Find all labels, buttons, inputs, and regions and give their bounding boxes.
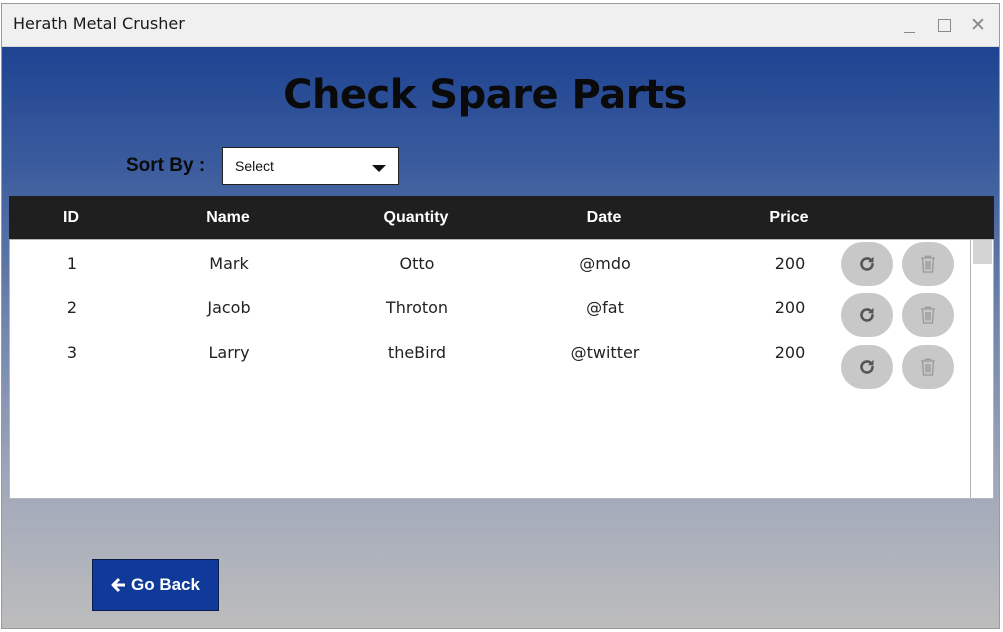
table-row: 2 Jacob Throton @fat 200 — [10, 286, 970, 337]
update-button[interactable] — [841, 242, 893, 286]
table-body: 1 Mark Otto @mdo 200 2 Jacob Throton @fa… — [9, 239, 994, 499]
cell-date: @twitter — [570, 343, 640, 362]
title-bar[interactable]: Herath Metal Crusher ✕ — [2, 4, 999, 47]
scrollbar-thumb[interactable] — [973, 240, 992, 264]
trash-icon — [921, 358, 935, 376]
sort-by-label: Sort By : — [126, 155, 206, 176]
cell-date: @mdo — [579, 254, 631, 273]
cell-quantity: Throton — [385, 298, 449, 317]
column-header-name: Name — [206, 209, 250, 226]
window-title: Herath Metal Crusher — [13, 14, 185, 33]
chevron-down-icon — [372, 165, 386, 172]
refresh-icon — [860, 359, 874, 374]
cell-quantity: theBird — [387, 343, 447, 362]
cell-quantity: Otto — [399, 254, 435, 273]
column-header-price: Price — [769, 209, 809, 226]
cell-name: Jacob — [207, 298, 251, 317]
sort-by-select[interactable]: Select — [222, 147, 399, 185]
cell-date: @fat — [586, 298, 624, 317]
minimize-button[interactable] — [896, 12, 922, 38]
arrow-left-icon — [111, 577, 125, 593]
refresh-icon — [860, 307, 874, 322]
column-header-quantity: Quantity — [383, 209, 449, 226]
go-back-button[interactable]: Go Back — [92, 559, 219, 611]
cell-id: 2 — [66, 298, 78, 317]
page-title: Check Spare Parts — [283, 72, 687, 118]
refresh-icon — [860, 256, 874, 271]
update-button[interactable] — [841, 345, 893, 389]
main-content: Check Spare Parts Sort By : Select ID Na… — [2, 47, 999, 628]
cell-id: 1 — [66, 254, 78, 273]
maximize-icon — [937, 18, 951, 32]
minimize-icon — [903, 31, 915, 33]
trash-icon — [921, 255, 935, 273]
table-scrollbar[interactable] — [970, 240, 993, 498]
table-header: ID Name Quantity Date Price — [9, 196, 994, 239]
cell-name: Larry — [208, 343, 250, 362]
delete-button[interactable] — [902, 345, 954, 389]
delete-button[interactable] — [902, 242, 954, 286]
maximize-button[interactable] — [931, 12, 957, 38]
table-row: 1 Mark Otto @mdo 200 — [10, 242, 970, 286]
cell-id: 3 — [66, 343, 78, 362]
trash-icon — [921, 306, 935, 324]
column-header-id: ID — [63, 209, 79, 226]
column-header-date: Date — [586, 209, 622, 226]
app-window: Herath Metal Crusher ✕ Check Spare Parts… — [1, 3, 1000, 629]
sort-by-value: Select — [235, 158, 274, 174]
table-row: 3 Larry theBird @twitter 200 — [10, 331, 970, 389]
go-back-label: Go Back — [131, 575, 200, 594]
close-button[interactable]: ✕ — [965, 12, 991, 38]
cell-name: Mark — [209, 254, 249, 273]
